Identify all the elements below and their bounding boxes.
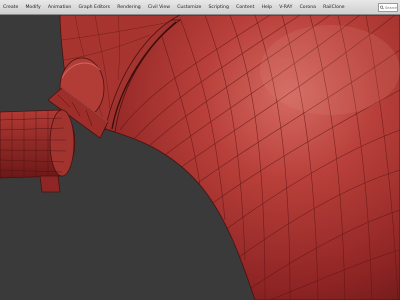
menu-railclone[interactable]: RailClone	[323, 0, 345, 15]
menu-animation[interactable]: Animation	[48, 0, 71, 15]
viewport-canvas[interactable]	[0, 15, 400, 300]
menu-content[interactable]: Content	[236, 0, 254, 15]
menu-help[interactable]: Help	[262, 0, 272, 15]
menu-graph-editors[interactable]: Graph Editors	[78, 0, 110, 15]
search-input[interactable]	[384, 4, 397, 11]
menu-create[interactable]: Create	[3, 0, 18, 15]
menu-customize[interactable]: Customize	[177, 0, 201, 15]
menu-corona[interactable]: Corona	[300, 0, 316, 15]
menu-bar: Create Modify Animation Graph Editors Re…	[0, 0, 400, 15]
search-box[interactable]	[378, 3, 398, 12]
menu-civil-view[interactable]: Civil View	[148, 0, 170, 15]
menu-scripting[interactable]: Scripting	[209, 0, 229, 15]
viewport-3d[interactable]	[0, 15, 400, 300]
menu-modify[interactable]: Modify	[25, 0, 40, 15]
menu-vray[interactable]: V-RAY	[279, 0, 292, 15]
menu-rendering[interactable]: Rendering	[117, 0, 140, 15]
